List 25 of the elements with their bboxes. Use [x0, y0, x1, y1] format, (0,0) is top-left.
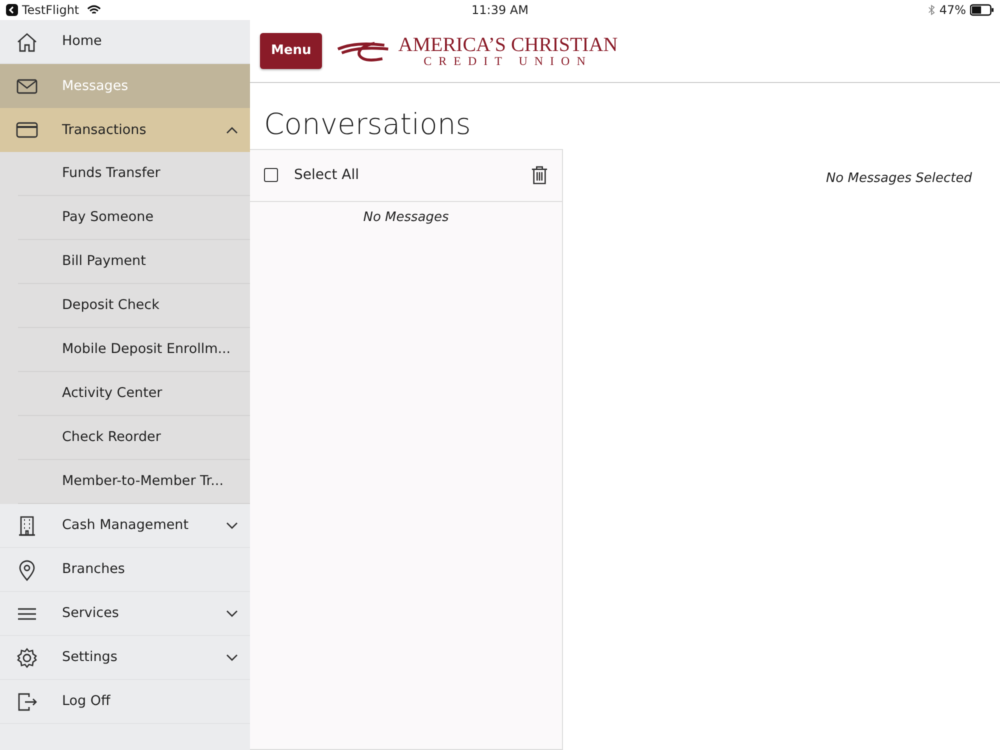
checkbox[interactable]	[264, 168, 278, 182]
chevron-down-icon	[226, 522, 238, 530]
chevron-down-icon	[226, 654, 238, 662]
chevron-up-icon	[226, 126, 238, 134]
page-title: Conversations	[263, 106, 472, 143]
back-icon	[6, 4, 18, 16]
logo-title: AMERICA’S CHRISTIAN	[398, 35, 618, 55]
back-app-label[interactable]: TestFlight	[22, 1, 80, 19]
battery-percentage: 47%	[939, 2, 966, 19]
battery-icon	[970, 4, 994, 16]
menu-button[interactable]: Menu	[260, 33, 322, 69]
sidebar-item[interactable]: Transactions	[0, 108, 250, 152]
empty-detail-text: No Messages Selected	[826, 170, 972, 186]
settings-icon	[16, 646, 38, 668]
clock-time: 11:39 AM	[472, 2, 528, 19]
building-icon	[16, 514, 38, 536]
wifi-icon	[87, 4, 102, 16]
bluetooth-icon	[928, 4, 936, 16]
select-all-label[interactable]: Select All	[294, 164, 359, 186]
exit-icon	[16, 690, 38, 712]
empty-list-text: No Messages	[362, 208, 450, 226]
house-icon	[16, 30, 38, 52]
logo-subtitle: CREDIT UNION	[422, 55, 594, 67]
trash-icon[interactable]	[531, 165, 548, 185]
chevron-down-icon	[226, 610, 238, 618]
